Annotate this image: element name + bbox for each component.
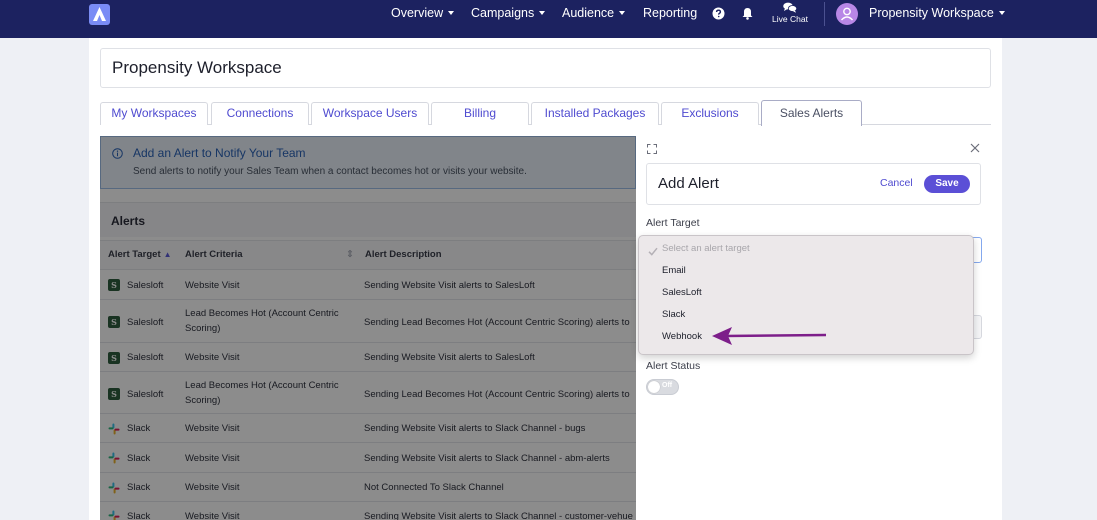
- nav-audience[interactable]: Audience: [562, 0, 626, 27]
- tab-installed-packages[interactable]: Installed Packages: [531, 102, 659, 125]
- chevron-down-icon: [998, 11, 1005, 15]
- tab-connections[interactable]: Connections: [211, 102, 309, 125]
- tab-sales-alerts[interactable]: Sales Alerts: [761, 100, 862, 126]
- drawer-title: Add Alert: [658, 175, 719, 192]
- option-webhook[interactable]: Webhook: [662, 331, 702, 342]
- save-button[interactable]: Save: [924, 175, 970, 193]
- option-slack[interactable]: Slack: [662, 309, 685, 320]
- bell-icon[interactable]: [741, 7, 754, 20]
- avatar[interactable]: [836, 3, 858, 25]
- top-navbar: Overview Campaigns Audience Reporting Li…: [0, 0, 1097, 38]
- toggle-knob: [648, 381, 660, 393]
- nav-reporting[interactable]: Reporting: [643, 0, 697, 27]
- user-icon: [840, 7, 854, 21]
- chevron-down-icon: [619, 11, 626, 15]
- toggle-state-text: Off: [662, 382, 673, 389]
- chevron-down-icon: [448, 11, 455, 15]
- live-chat-button[interactable]: Live Chat: [766, 2, 814, 24]
- option-email[interactable]: Email: [662, 265, 686, 276]
- alert-status-toggle[interactable]: Off: [646, 379, 679, 395]
- question-circle-icon[interactable]: [712, 7, 725, 20]
- dropdown-placeholder: Select an alert target: [662, 243, 750, 254]
- close-icon[interactable]: [970, 143, 980, 153]
- expand-icon[interactable]: [647, 144, 657, 154]
- app-logo-icon[interactable]: [89, 4, 110, 25]
- cancel-button[interactable]: Cancel: [880, 177, 913, 189]
- chevron-down-icon: [539, 11, 546, 15]
- chat-bubbles-icon: [783, 2, 797, 13]
- alert-status-label: Alert Status: [646, 360, 701, 372]
- modal-overlay[interactable]: [100, 136, 636, 520]
- alert-target-label: Alert Target: [646, 217, 700, 229]
- tab-exclusions[interactable]: Exclusions: [661, 102, 759, 125]
- tab-my-workspaces[interactable]: My Workspaces: [100, 102, 208, 125]
- alerts-panel: Add an Alert to Notify Your Team Send al…: [100, 136, 636, 520]
- option-salesloft[interactable]: SalesLoft: [662, 287, 702, 298]
- nav-divider: [824, 2, 825, 26]
- check-icon: [648, 247, 658, 256]
- annotation-arrow-icon: [712, 327, 827, 345]
- drawer-header: Add Alert Cancel Save: [646, 163, 981, 205]
- nav-overview[interactable]: Overview: [391, 0, 455, 27]
- nav-campaigns[interactable]: Campaigns: [471, 0, 546, 27]
- workspace-switcher[interactable]: Propensity Workspace: [869, 0, 1005, 27]
- tab-billing[interactable]: Billing: [431, 102, 529, 125]
- tab-workspace-users[interactable]: Workspace Users: [311, 102, 429, 125]
- tab-bar: My Workspaces Connections Workspace User…: [100, 100, 991, 126]
- workspace-title: Propensity Workspace: [100, 48, 991, 88]
